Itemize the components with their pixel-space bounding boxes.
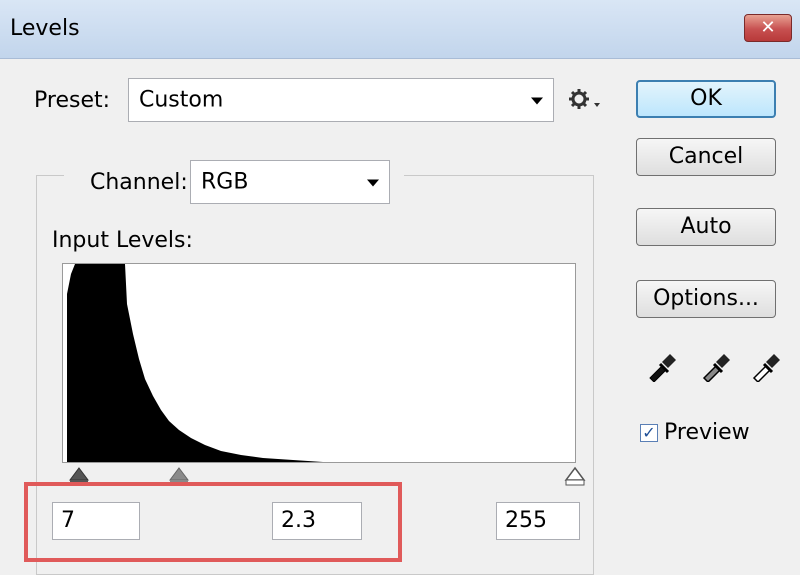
white-point-slider-handle[interactable] — [564, 466, 586, 486]
preview-checkbox[interactable]: ✓ — [640, 424, 658, 442]
close-button[interactable]: ✕ — [744, 14, 792, 42]
options-button[interactable]: Options... — [636, 280, 776, 318]
preset-dropdown[interactable]: Custom — [128, 78, 554, 122]
preset-options-gear-icon[interactable] — [568, 88, 602, 112]
channel-label: Channel: — [90, 170, 188, 195]
ok-button[interactable]: OK — [636, 80, 776, 118]
preset-value: Custom — [139, 87, 224, 113]
channel-dropdown[interactable]: RGB — [190, 160, 390, 204]
preview-label[interactable]: Preview — [664, 420, 750, 445]
close-icon: ✕ — [760, 17, 776, 38]
white-input-field[interactable]: 255 — [496, 502, 580, 540]
channel-value: RGB — [201, 169, 249, 195]
preset-label: Preset: — [34, 88, 111, 113]
black-point-eyedropper-icon[interactable] — [646, 348, 680, 383]
highlight-annotation — [24, 482, 402, 562]
chevron-down-icon — [531, 97, 543, 105]
histogram-shape — [67, 264, 323, 462]
input-levels-label: Input Levels: — [52, 228, 193, 253]
chevron-down-icon — [367, 179, 379, 187]
white-point-eyedropper-icon[interactable] — [750, 348, 784, 384]
cancel-button[interactable]: Cancel — [636, 138, 776, 176]
levels-dialog: Levels ✕ Preset: Custom Channel: RGB Inp… — [0, 0, 800, 575]
window-title: Levels — [10, 16, 80, 41]
checkmark-icon: ✓ — [642, 423, 656, 442]
gray-point-eyedropper-icon[interactable] — [700, 348, 734, 384]
auto-button[interactable]: Auto — [636, 208, 776, 246]
histogram — [62, 263, 576, 463]
title-bar: Levels ✕ — [0, 0, 800, 59]
